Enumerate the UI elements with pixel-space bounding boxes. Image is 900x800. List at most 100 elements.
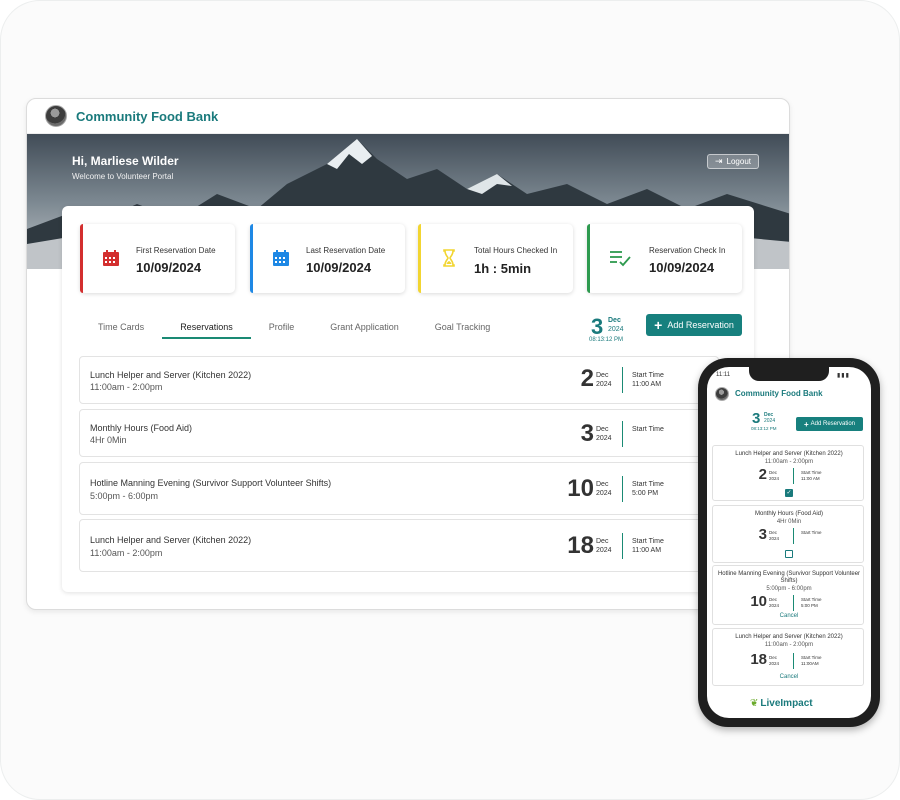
start-time-label: Start Time: [632, 372, 664, 379]
logout-button[interactable]: ⇥ Logout: [707, 154, 759, 169]
stat-accent-bar: [587, 224, 590, 293]
start-time-label: Start Time: [632, 481, 664, 488]
reservation-month: Dec: [769, 655, 778, 660]
reservation-year: 2024: [596, 547, 612, 554]
start-time-value: 11:00 AM: [632, 381, 662, 388]
reservation-day: 10: [567, 475, 594, 502]
divider: [622, 476, 623, 502]
welcome-subtitle: Welcome to Volunteer Portal: [72, 172, 174, 181]
reservation-time: 11:00am - 2:00pm: [90, 548, 163, 558]
org-avatar[interactable]: [715, 387, 729, 401]
status-signal-icon: ▮▮▮: [837, 373, 850, 379]
reservation-month: Dec: [596, 372, 609, 379]
reservation-year: 2024: [596, 381, 612, 388]
reservation-time: 11:00am - 2:00pm: [764, 642, 814, 648]
stat-accent-bar: [250, 224, 253, 293]
reservation-day: 3: [758, 526, 767, 543]
tab-goal-tracking[interactable]: Goal Tracking: [417, 321, 509, 339]
reservation-card[interactable]: Monthly Hours (Food Aid) 4Hr 0Min 3 Dec …: [79, 409, 719, 457]
reservation-year: 2024: [769, 661, 780, 666]
reservation-month: Dec: [769, 530, 778, 535]
add-reservation-button[interactable]: + Add Reservation: [646, 314, 742, 336]
stat-value: 10/09/2024: [136, 260, 202, 275]
reservation-year: 2024: [596, 435, 612, 442]
stat-value: 10/09/2024: [306, 260, 372, 275]
divider: [622, 421, 623, 447]
hourglass-icon: [440, 249, 458, 270]
stat-first-reservation: First Reservation Date 10/09/2024: [80, 224, 235, 293]
reservation-month: Dec: [596, 538, 609, 545]
reservation-time: 5:00pm - 6:00pm: [766, 586, 812, 592]
start-time-value: 5:00 PM: [801, 603, 818, 608]
reservation-card[interactable]: Lunch Helper and Server (Kitchen 2022) 1…: [79, 356, 719, 404]
reservation-card[interactable]: Lunch Helper and Server (Kitchen 2022) 1…: [79, 519, 719, 572]
checklist-icon: [609, 249, 631, 270]
plus-icon: +: [803, 419, 809, 429]
app-header: Community Food Bank: [27, 99, 789, 134]
mobile-screen: 11:11 ▮▮▮ Community Food Bank 3 Dec 2024…: [707, 367, 871, 718]
current-year: 2024: [764, 418, 776, 424]
org-avatar[interactable]: [45, 105, 67, 127]
divider: [793, 595, 794, 611]
stat-value: 10/09/2024: [649, 260, 715, 275]
start-time-value: 11:00 AM: [632, 547, 662, 554]
reservation-title: Hotline Manning Evening (Survivor Suppor…: [717, 571, 861, 584]
greeting-text: Hi, Marliese Wilder: [72, 154, 179, 168]
dashboard-panel: First Reservation Date 10/09/2024 Last R…: [62, 206, 754, 592]
plus-icon: +: [654, 317, 663, 333]
reservation-card[interactable]: Hotline Manning Evening (Survivor Suppor…: [79, 462, 719, 515]
reservation-title: Monthly Hours (Food Aid): [754, 511, 824, 517]
reservation-day: 18: [750, 651, 767, 668]
current-date: 3 Dec 2024 08:13:12 PM: [589, 314, 629, 344]
start-time-value: 11:00 AM: [801, 476, 820, 481]
reservation-day: 2: [758, 466, 767, 483]
tab-reservations[interactable]: Reservations: [162, 321, 251, 339]
divider: [793, 528, 794, 544]
mobile-reservation-card[interactable]: Lunch Helper and Server (Kitchen 2022) 1…: [712, 628, 864, 686]
cancel-link[interactable]: Cancel: [713, 613, 865, 619]
mobile-add-reservation-button[interactable]: + Add Reservation: [796, 417, 863, 431]
stat-label: Reservation Check In: [649, 246, 726, 255]
stat-label: Total Hours Checked In: [474, 246, 558, 255]
mobile-reservation-card[interactable]: Lunch Helper and Server (Kitchen 2022) 1…: [712, 445, 864, 501]
divider: [622, 533, 623, 559]
reservation-title: Monthly Hours (Food Aid): [90, 423, 193, 433]
reservation-day: 18: [567, 532, 594, 559]
reservation-title: Lunch Helper and Server (Kitchen 2022): [90, 535, 252, 545]
logout-label: Logout: [726, 157, 751, 166]
reservation-time: 4Hr 0Min: [90, 435, 127, 445]
stat-last-reservation: Last Reservation Date 10/09/2024: [250, 224, 405, 293]
logo-name: LiveImpact: [760, 698, 813, 709]
start-time-label: Start Time: [801, 597, 822, 602]
tab-time-cards[interactable]: Time Cards: [80, 321, 162, 339]
calendar-icon: [102, 249, 120, 270]
tab-profile[interactable]: Profile: [251, 321, 313, 339]
unchecked-checkbox[interactable]: [785, 550, 793, 558]
reservation-time: 4Hr 0Min: [776, 519, 802, 525]
phone-notch: [749, 367, 829, 381]
start-time-label: Start Time: [632, 538, 664, 545]
start-time-label: Start Time: [801, 470, 822, 475]
start-time-value: 5:00 PM: [632, 490, 659, 497]
checked-checkbox[interactable]: ✓: [785, 489, 793, 497]
reservation-day: 10: [750, 593, 767, 610]
reservation-time: 5:00pm - 6:00pm: [90, 491, 159, 501]
cancel-link[interactable]: Cancel: [713, 674, 865, 680]
mobile-phone: 11:11 ▮▮▮ Community Food Bank 3 Dec 2024…: [698, 358, 880, 727]
reservation-year: 2024: [769, 536, 780, 541]
logout-icon: ⇥: [714, 156, 723, 166]
tab-grant-application[interactable]: Grant Application: [312, 321, 417, 339]
current-day: 3: [752, 410, 761, 427]
divider: [793, 468, 794, 484]
reservation-title: Lunch Helper and Server (Kitchen 2022): [735, 634, 843, 640]
current-time: 08:13:12 PM: [589, 337, 624, 343]
app-title: Community Food Bank: [76, 108, 219, 124]
mobile-reservation-card[interactable]: Monthly Hours (Food Aid) 4Hr 0Min 3 Dec …: [712, 505, 864, 563]
tree-icon: ❦: [750, 698, 759, 709]
mobile-reservation-card[interactable]: Hotline Manning Evening (Survivor Suppor…: [712, 565, 864, 625]
stat-label: Last Reservation Date: [306, 246, 386, 255]
reservation-day: 2: [580, 365, 594, 392]
stat-value: 1h : 5min: [474, 261, 532, 276]
divider: [622, 367, 623, 393]
start-time-label: Start Time: [801, 655, 822, 660]
